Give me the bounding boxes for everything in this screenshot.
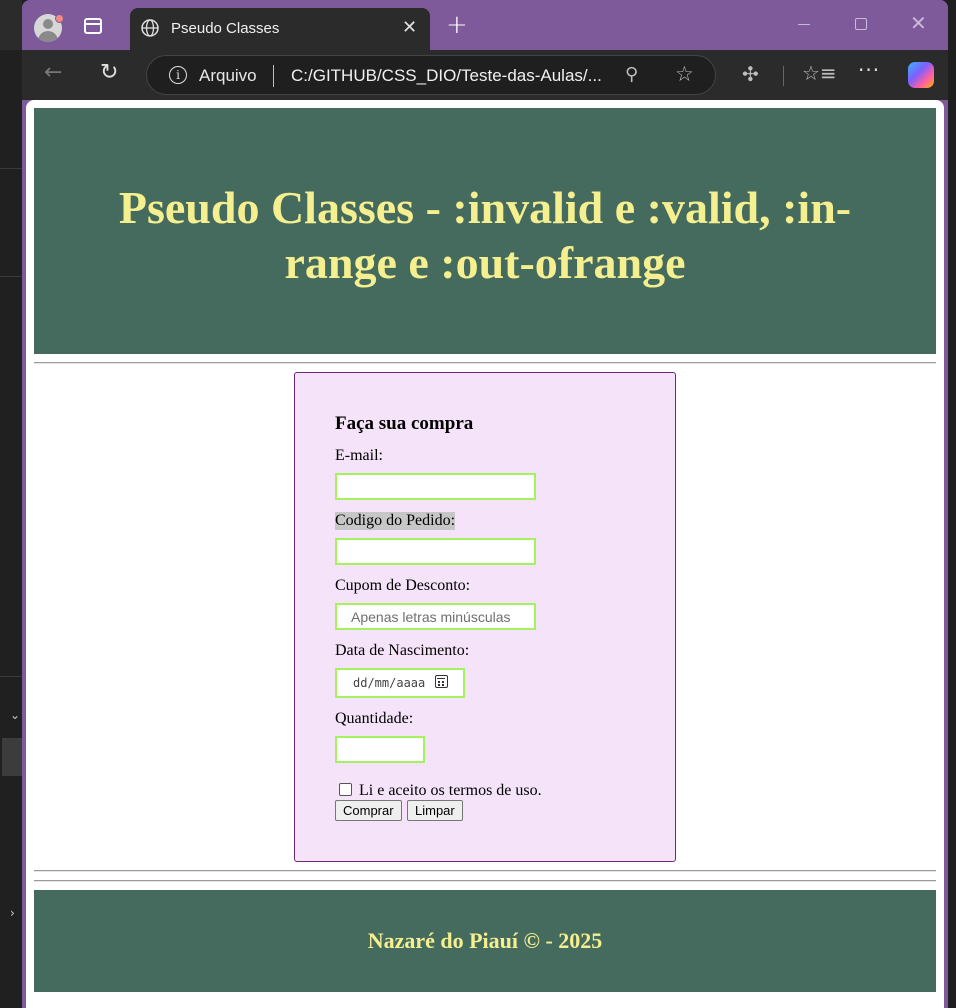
avatar-head [43,19,53,29]
horizontal-rule [34,362,936,364]
globe-icon [141,19,159,37]
tab-actions-icon[interactable] [84,18,102,34]
new-tab-button[interactable]: + [446,12,468,38]
active-tab[interactable]: Pseudo Classes ✕ [130,8,430,50]
email-label: E-mail: [335,447,383,464]
extensions-icon[interactable]: ✣ [742,62,759,86]
order-code-label: Codigo do Pedido: [335,512,456,530]
address-separator [273,65,274,87]
terms-label: Li e aceito os termos de uso. [359,782,542,799]
notification-dot [55,14,64,23]
background-block [2,738,22,776]
page-header: Pseudo Classes - :invalid e :valid, :in-… [34,108,936,354]
date-placeholder: dd/mm/aaaa [353,676,426,690]
background-panel [0,0,22,50]
submit-button[interactable]: Comprar [335,800,402,821]
reset-button[interactable]: Limpar [407,800,463,821]
background-desktop: ⌄ › [0,0,22,1008]
back-arrow-icon[interactable]: ← [44,60,62,85]
background-divider [0,676,22,677]
footer-text: Nazaré do Piauí © - 2025 [367,928,603,953]
email-field[interactable] [335,473,536,500]
minimize-icon[interactable] [798,24,810,25]
coupon-label: Cupom de Desconto: [335,577,471,594]
horizontal-rule [34,880,936,882]
copilot-icon[interactable] [908,62,934,88]
horizontal-rule [34,870,936,872]
page-footer: Nazaré do Piauí © - 2025 [34,890,936,992]
more-menu-icon[interactable]: ··· [858,58,880,82]
order-code-field[interactable] [335,538,536,565]
chevron-down-icon: ⌄ [10,708,21,722]
chevron-right-icon: › [10,906,15,920]
background-divider [0,276,22,277]
toolbar-separator [783,66,784,86]
page-title: Pseudo Classes - :invalid e :valid, :in-… [118,182,852,288]
window-close-icon[interactable]: ✕ [910,11,927,35]
browser-window: Pseudo Classes ✕ + ✕ ← ↻ i Arquivo C:/GI… [22,0,948,1008]
purchase-form: Faça sua compra E-mail: Codigo do Pedido… [294,372,676,862]
title-bar: Pseudo Classes ✕ + ✕ [22,0,948,50]
birth-date-label: Data de Nascimento: [335,642,470,659]
maximize-icon[interactable] [855,18,867,30]
calendar-icon[interactable] [435,675,448,688]
background-divider [0,168,22,169]
address-url[interactable]: C:/GITHUB/CSS_DIO/Teste-das-Aulas/... [291,66,602,86]
birth-date-field[interactable]: dd/mm/aaaa [335,668,465,698]
address-bar[interactable]: i Arquivo C:/GITHUB/CSS_DIO/Teste-das-Au… [146,55,716,95]
terms-checkbox[interactable] [339,783,352,796]
reload-icon[interactable]: ↻ [100,60,118,85]
tab-title: Pseudo Classes [171,20,280,37]
page-viewport: Pseudo Classes - :invalid e :valid, :in-… [26,100,944,1008]
favorites-icon[interactable]: ☆≡ [802,61,837,85]
coupon-field[interactable] [335,603,536,630]
address-scheme-label: Arquivo [199,66,257,85]
browser-toolbar: ← ↻ i Arquivo C:/GITHUB/CSS_DIO/Teste-da… [22,50,948,100]
quantity-label: Quantidade: [335,710,414,727]
quantity-field[interactable] [335,736,425,763]
form-heading: Faça sua compra [335,413,474,434]
favorite-star-icon[interactable]: ☆ [675,62,694,86]
tab-close-icon[interactable]: ✕ [402,17,417,38]
avatar-body [38,31,58,42]
zoom-icon[interactable]: ⚲ [625,64,638,85]
info-icon[interactable]: i [169,66,187,84]
